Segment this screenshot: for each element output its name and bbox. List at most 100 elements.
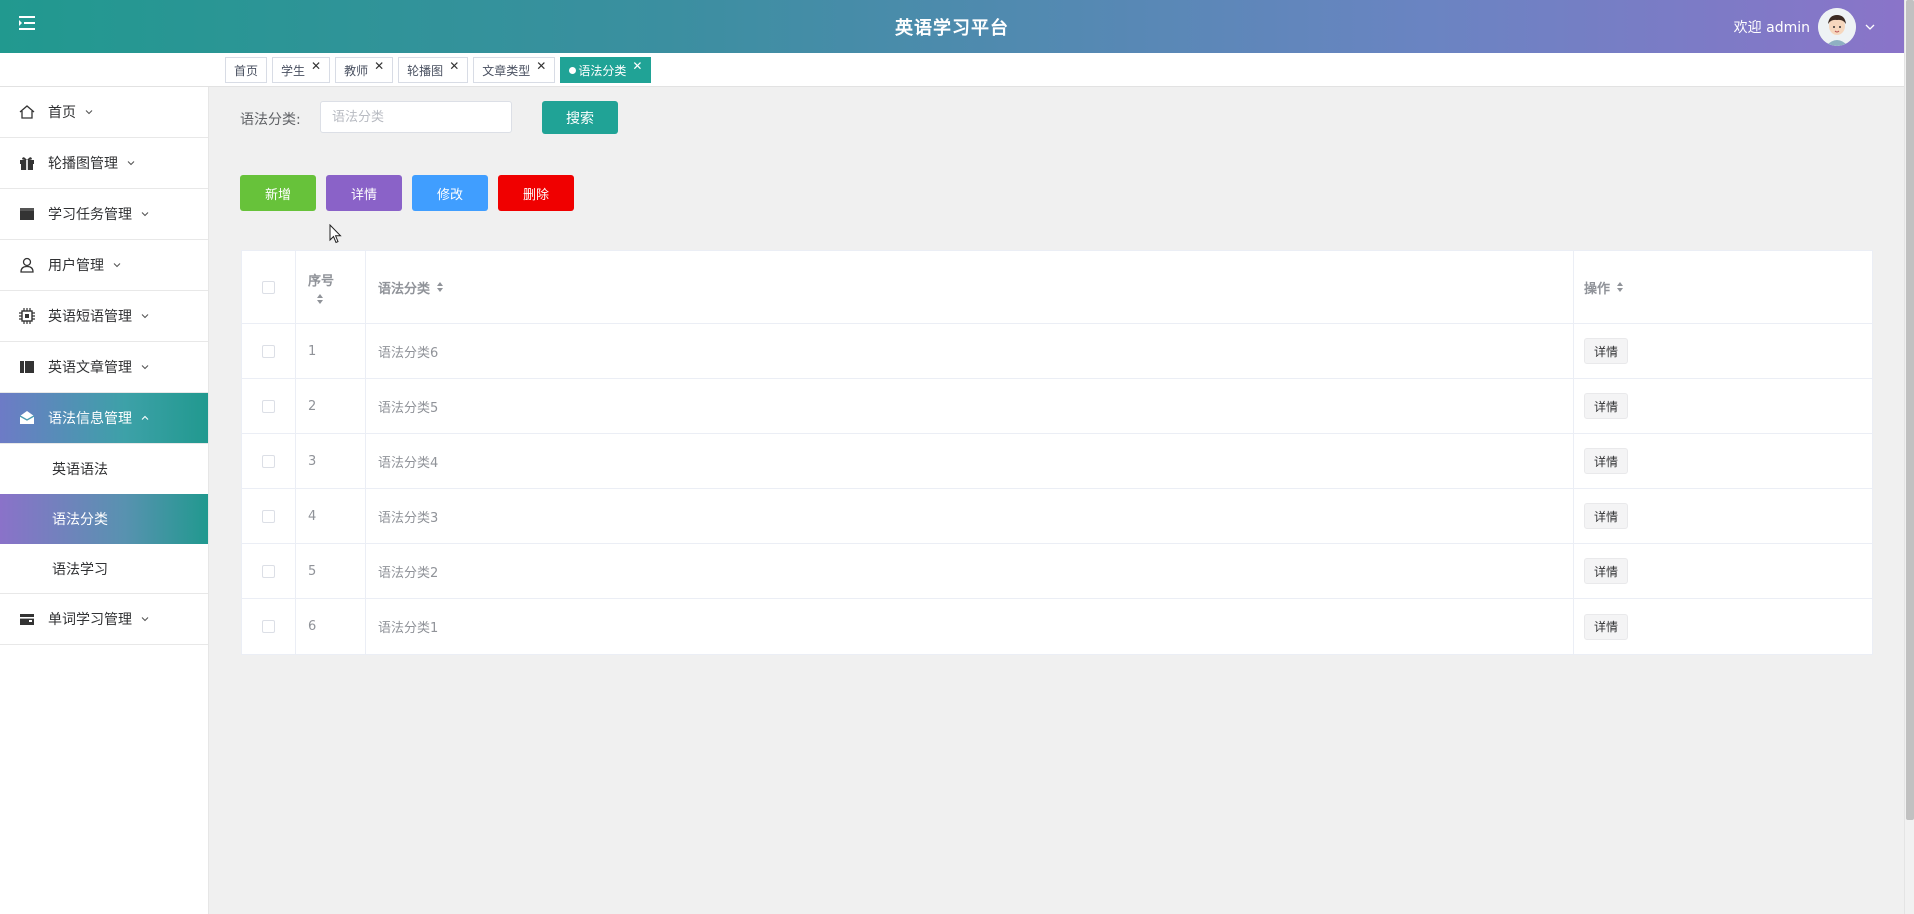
sidebar-item-home[interactable]: 首页 (0, 87, 208, 138)
sidebar-item-grammar-info[interactable]: 语法信息管理 (0, 393, 208, 444)
cell-name: 语法分类6 (366, 324, 1574, 378)
row-detail-button[interactable]: 详情 (1584, 448, 1629, 474)
table-row[interactable]: 4 语法分类3 详情 (242, 489, 1872, 544)
table-row[interactable]: 3 语法分类4 详情 (242, 434, 1872, 489)
sidebar-item-users[interactable]: 用户管理 (0, 240, 208, 291)
row-checkbox[interactable] (262, 564, 275, 578)
sort-icon[interactable] (1616, 281, 1624, 293)
table-header-row: 序号 语法分类 操作 (242, 251, 1872, 324)
task-icon (20, 208, 34, 220)
column-header-label: 序号 (308, 273, 335, 289)
gift-icon (20, 157, 34, 170)
chevron-down-icon (141, 314, 149, 319)
sidebar-item-label: 英语短语管理 (48, 309, 132, 325)
tab-teachers[interactable]: 教师 ✕ (335, 57, 394, 83)
close-icon[interactable]: ✕ (311, 60, 321, 72)
sidebar-item-label: 首页 (48, 105, 76, 121)
table-row[interactable]: 5 语法分类2 详情 (242, 544, 1872, 599)
row-checkbox[interactable] (262, 509, 275, 523)
user-icon (20, 257, 34, 273)
tab-label: 文章类型 (482, 63, 531, 78)
sidebar-item-articles[interactable]: 英语文章管理 (0, 342, 208, 393)
tags-view: 首页 学生 ✕ 教师 ✕ 轮播图 ✕ 文章类型 ✕ 语法分类 ✕ (225, 57, 652, 83)
column-header-label: 语法分类 (378, 281, 431, 297)
detail-button[interactable]: 详情 (326, 175, 402, 211)
column-header-op[interactable]: 操作 (1574, 251, 1872, 323)
sidebar-item-label: 轮播图管理 (48, 156, 118, 172)
tab-label: 首页 (234, 63, 259, 78)
user-menu[interactable]: 欢迎 admin (1734, 8, 1876, 46)
wallet-icon (20, 614, 34, 625)
table-row[interactable]: 1 语法分类6 详情 (242, 324, 1872, 379)
tab-label: 学生 (281, 63, 306, 78)
close-icon[interactable]: ✕ (536, 60, 546, 72)
sidebar-subitem-grammar-category[interactable]: 语法分类 (0, 494, 208, 544)
row-checkbox[interactable] (262, 344, 275, 358)
row-checkbox[interactable] (262, 399, 275, 413)
main-content: 语法分类: 搜索 新增 详情 修改 删除 序号 语法分类 操作 1 语法分类6 … (209, 87, 1904, 914)
sidebar-subitem-grammar-study[interactable]: 语法学习 (0, 544, 208, 594)
close-icon[interactable]: ✕ (632, 60, 642, 72)
sidebar-item-word-study[interactable]: 单词学习管理 (0, 594, 208, 645)
tab-students[interactable]: 学生 ✕ (272, 57, 331, 83)
column-header-name[interactable]: 语法分类 (366, 251, 1574, 323)
tags-view-bar: 首页 学生 ✕ 教师 ✕ 轮播图 ✕ 文章类型 ✕ 语法分类 ✕ (0, 53, 1904, 87)
edit-button[interactable]: 修改 (412, 175, 488, 211)
row-detail-button[interactable]: 详情 (1584, 393, 1629, 419)
table-row[interactable]: 6 语法分类1 详情 (242, 599, 1872, 654)
cell-name: 语法分类1 (366, 599, 1574, 654)
app-title: 英语学习平台 (895, 18, 1009, 39)
tab-article-type[interactable]: 文章类型 ✕ (473, 57, 556, 83)
sidebar-item-carousel[interactable]: 轮播图管理 (0, 138, 208, 189)
column-header-index[interactable]: 序号 (296, 251, 366, 323)
chevron-down-icon (113, 263, 121, 268)
row-checkbox[interactable] (262, 454, 275, 468)
sidebar-subitem-english-grammar[interactable]: 英语语法 (0, 444, 208, 494)
tab-carousel[interactable]: 轮播图 ✕ (398, 57, 469, 83)
tab-grammar-category[interactable]: 语法分类 ✕ (560, 57, 652, 83)
chevron-up-icon (141, 415, 149, 420)
book-icon (20, 361, 34, 373)
sidebar-item-label: 单词学习管理 (48, 612, 132, 628)
cell-index: 6 (296, 599, 366, 654)
chip-icon (19, 308, 35, 324)
top-header: 英语学习平台 欢迎 admin (0, 0, 1904, 53)
cell-index: 2 (296, 379, 366, 433)
sidebar-item-phrases[interactable]: 英语短语管理 (0, 291, 208, 342)
sort-icon[interactable] (436, 281, 444, 293)
sidebar-item-label: 学习任务管理 (48, 207, 132, 223)
search-button[interactable]: 搜索 (542, 101, 618, 134)
active-dot-icon (569, 66, 577, 74)
cell-name: 语法分类2 (366, 544, 1574, 598)
cell-name: 语法分类4 (366, 434, 1574, 488)
cell-index: 4 (296, 489, 366, 543)
cell-name: 语法分类3 (366, 489, 1574, 543)
row-detail-button[interactable]: 详情 (1584, 503, 1629, 529)
tab-home[interactable]: 首页 (225, 57, 268, 83)
tab-label: 语法分类 (578, 63, 627, 78)
sidebar-item-label: 英语文章管理 (48, 360, 132, 376)
search-input[interactable] (320, 101, 512, 133)
sort-icon[interactable] (316, 293, 324, 305)
add-button[interactable]: 新增 (240, 175, 316, 211)
data-table: 序号 语法分类 操作 1 语法分类6 详情 2 语法分类5 详情 3 语法分类4… (241, 250, 1873, 655)
scrollbar-thumb[interactable] (1906, 0, 1914, 820)
row-detail-button[interactable]: 详情 (1584, 338, 1629, 364)
page-scrollbar[interactable] (1904, 0, 1914, 914)
avatar-icon[interactable] (1818, 8, 1856, 46)
row-detail-button[interactable]: 详情 (1584, 558, 1629, 584)
row-checkbox[interactable] (262, 620, 275, 633)
row-detail-button[interactable]: 详情 (1584, 613, 1629, 640)
sidebar-item-label: 用户管理 (48, 258, 104, 274)
table-row[interactable]: 2 语法分类5 详情 (242, 379, 1872, 434)
chevron-down-icon (85, 110, 93, 115)
select-all-checkbox[interactable] (262, 280, 275, 294)
delete-button[interactable]: 删除 (498, 175, 574, 211)
close-icon[interactable]: ✕ (449, 60, 459, 72)
chevron-down-icon[interactable] (1864, 21, 1876, 33)
search-label: 语法分类: (240, 112, 301, 128)
tab-label: 教师 (344, 63, 369, 78)
sidebar-item-label: 英语语法 (52, 462, 108, 478)
sidebar-item-learning-task[interactable]: 学习任务管理 (0, 189, 208, 240)
close-icon[interactable]: ✕ (374, 60, 384, 72)
